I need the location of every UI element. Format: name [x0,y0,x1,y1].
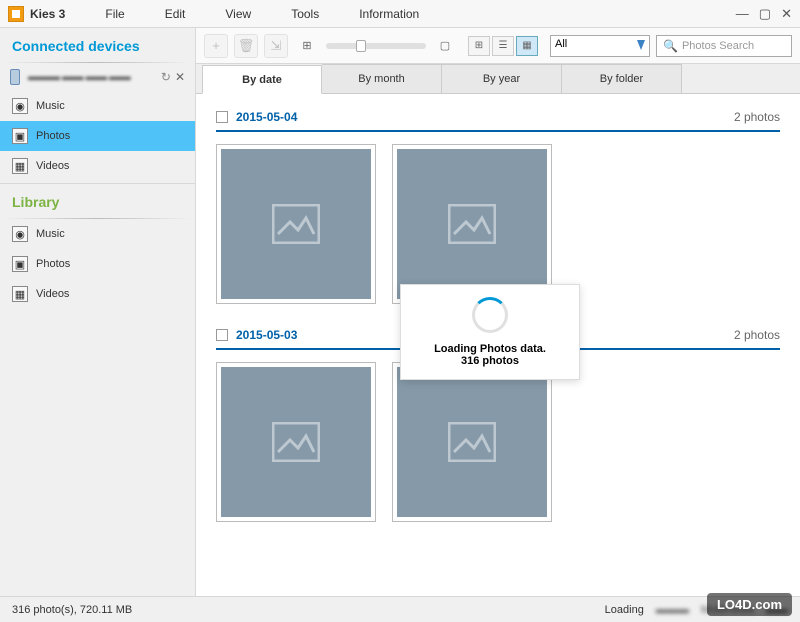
thumb-row [216,144,780,304]
group-date-label[interactable]: 2015-05-04 [236,110,297,124]
tab-by-folder[interactable]: By folder [562,64,682,93]
spinner-icon [472,297,508,333]
loading-dialog: Loading Photos data. 316 photos [400,284,580,380]
import-button[interactable]: ⇲ [264,34,288,58]
device-name: ▬▬▬ ▬▬ ▬▬ ▬▬ [28,71,130,83]
date-group-header: 2015-05-04 2 photos [216,106,780,132]
tab-by-date[interactable]: By date [202,65,322,94]
photo-thumb[interactable] [392,144,552,304]
photo-thumb[interactable] [216,144,376,304]
search-icon: 🔍 [663,39,678,53]
delete-button[interactable]: 🗑 [234,34,258,58]
tab-by-month[interactable]: By month [322,64,442,93]
photo-thumb[interactable] [392,362,552,522]
group-count: 2 photos [734,110,780,124]
photo-thumb[interactable] [216,362,376,522]
group-checkbox[interactable] [216,111,228,123]
add-button[interactable]: + [204,34,228,58]
status-summary: 316 photo(s), 720.11 MB [12,604,132,616]
sidebar-item-music[interactable]: ◉ Music [0,91,195,121]
view-mode-group: ⊞ ☰ ▦ [468,36,538,56]
view-tiles-icon[interactable]: ▦ [516,36,538,56]
search-box[interactable]: 🔍 [656,35,792,57]
image-placeholder-icon [448,422,496,462]
image-placeholder-icon [272,422,320,462]
menu-view[interactable]: View [225,7,251,21]
search-input[interactable] [682,40,785,52]
view-grid-icon[interactable]: ⊞ [468,36,490,56]
image-placeholder-icon [448,204,496,244]
app-title: Kies 3 [30,7,65,21]
film-icon: ▦ [12,158,28,174]
thumb-size-slider[interactable] [326,43,426,49]
app-icon [8,6,24,22]
refresh-icon[interactable]: ↻ [161,70,171,84]
titlebar: Kies 3 File Edit View Tools Information … [0,0,800,28]
tab-by-year[interactable]: By year [442,64,562,93]
menu-information[interactable]: Information [359,7,419,21]
menu-edit[interactable]: Edit [165,7,186,21]
sidebar-library-videos[interactable]: ▦ Videos [0,279,195,309]
status-blur: ▬▬▬ [656,604,689,616]
sidebar-item-photos[interactable]: ▣ Photos [0,121,195,151]
minimize-button[interactable]: — [736,6,749,22]
window-controls: — ▢ ✕ [736,6,792,22]
disc-icon: ◉ [12,226,28,242]
image-placeholder-icon [272,204,320,244]
menu-file[interactable]: File [105,7,124,21]
loading-title: Loading Photos data. [413,343,567,355]
sidebar-item-label: Music [36,100,65,112]
sidebar-item-label: Videos [36,160,69,172]
photo-icon: ▣ [12,256,28,272]
group-checkbox[interactable] [216,329,228,341]
watermark: LO4D.com [707,593,792,616]
filter-value: All [555,38,567,50]
thumb-row [216,362,780,522]
sidebar-connected-header: Connected devices [0,28,195,62]
loading-count: 316 photos [413,355,567,367]
sidebar-library-header: Library [0,183,195,218]
statusbar: 316 photo(s), 720.11 MB Loading ▬▬▬ Mult… [0,596,800,622]
sidebar-library-photos[interactable]: ▣ Photos [0,249,195,279]
photo-icon: ▣ [12,128,28,144]
toolbar: + 🗑 ⇲ ⊞ ▢ ⊞ ☰ ▦ All 🔍 [196,28,800,64]
sidebar-item-label: Photos [36,258,70,270]
menu-tools[interactable]: Tools [291,7,319,21]
group-count: 2 photos [734,328,780,342]
grid-large-icon[interactable]: ▢ [436,37,454,55]
view-list-icon[interactable]: ☰ [492,36,514,56]
tabs: By date By month By year By folder [196,64,800,94]
status-loading-label: Loading [605,604,644,616]
close-button[interactable]: ✕ [781,6,792,22]
sidebar-device-row[interactable]: ▬▬▬ ▬▬ ▬▬ ▬▬ ↻ ✕ [0,63,195,91]
sidebar-item-videos[interactable]: ▦ Videos [0,151,195,181]
disconnect-icon[interactable]: ✕ [175,70,185,84]
grid-small-icon[interactable]: ⊞ [298,37,316,55]
menu-bar: File Edit View Tools Information [105,7,419,21]
sidebar-item-label: Videos [36,288,69,300]
thumb-size-group: ⊞ [298,37,316,55]
slider-thumb[interactable] [356,40,366,52]
film-icon: ▦ [12,286,28,302]
disc-icon: ◉ [12,98,28,114]
filter-select[interactable]: All [550,35,650,57]
maximize-button[interactable]: ▢ [759,6,771,22]
sidebar-item-label: Music [36,228,65,240]
sidebar: Connected devices ▬▬▬ ▬▬ ▬▬ ▬▬ ↻ ✕ ◉ Mus… [0,28,196,596]
sidebar-item-label: Photos [36,130,70,142]
group-date-label[interactable]: 2015-05-03 [236,328,297,342]
sidebar-library-music[interactable]: ◉ Music [0,219,195,249]
phone-icon [10,69,20,85]
